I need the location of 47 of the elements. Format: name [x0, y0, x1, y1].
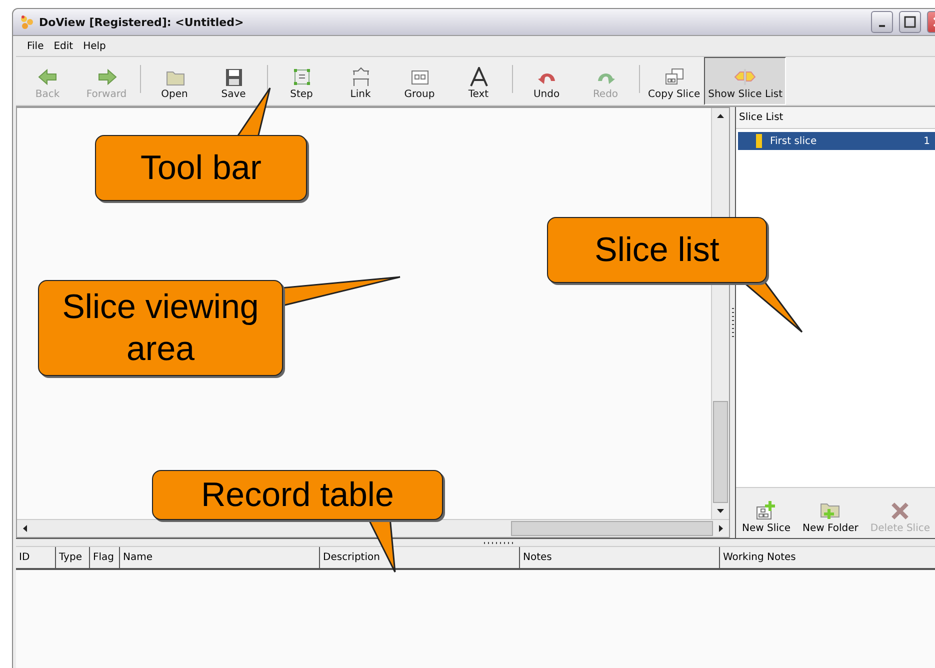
- toolbar-button[interactable]: Copy Slice: [644, 57, 704, 105]
- panel-button[interactable]: New Slice: [742, 500, 791, 534]
- scroll-thumb[interactable]: [713, 401, 728, 503]
- callout-tooltip: Slice viewing area: [38, 280, 283, 376]
- copy-slice-icon: [663, 67, 686, 87]
- column-header[interactable]: Name: [120, 547, 320, 568]
- slice-list-item[interactable]: First slice 1: [738, 132, 935, 150]
- app-logo-icon: [19, 14, 35, 30]
- menu-item[interactable]: Edit: [48, 40, 78, 52]
- callout-tooltip: Slice list: [547, 217, 767, 283]
- toolbar-button[interactable]: Text: [449, 57, 508, 105]
- slice-name: First slice: [770, 136, 818, 146]
- column-header[interactable]: ID: [16, 547, 56, 568]
- scroll-down-icon: [716, 509, 724, 513]
- delete-icon: [889, 500, 912, 520]
- forward-arrow-icon: [96, 67, 118, 87]
- scroll-right-icon: [719, 524, 723, 532]
- scroll-left-icon: [23, 524, 27, 532]
- column-header[interactable]: Notes: [520, 547, 720, 568]
- menu-item[interactable]: File: [22, 40, 49, 52]
- toolbar-button[interactable]: Show Slice List: [704, 57, 786, 105]
- slice-list-icon: [734, 67, 756, 87]
- panel-title: Slice List: [736, 107, 935, 129]
- toolbar-button[interactable]: Step: [272, 57, 331, 105]
- new-slice-icon: [755, 500, 778, 520]
- minimize-button[interactable]: [871, 11, 893, 33]
- toolbar-button[interactable]: Group: [390, 57, 449, 105]
- minimize-icon: [879, 25, 885, 27]
- toolbar-button[interactable]: Undo: [517, 57, 576, 105]
- column-header[interactable]: Working Notes: [720, 547, 935, 568]
- panel-button[interactable]: New Folder: [802, 500, 858, 534]
- menu-item[interactable]: Help: [78, 40, 111, 52]
- horizontal-scrollbar[interactable]: [17, 519, 729, 537]
- maximize-icon: [904, 16, 916, 28]
- column-header[interactable]: Type: [56, 547, 90, 568]
- slice-count: 1: [924, 136, 930, 146]
- scroll-up-icon: [716, 114, 724, 118]
- letter-icon: [468, 67, 490, 87]
- splitter-handle[interactable]: [16, 538, 935, 546]
- window-title: DoView [Registered]: <Untitled>: [39, 16, 245, 28]
- toolbar-button[interactable]: Link: [331, 57, 390, 105]
- maximize-button[interactable]: [899, 11, 921, 33]
- toolbar-button[interactable]: Save: [204, 57, 263, 105]
- scroll-thumb[interactable]: [511, 521, 713, 536]
- back-arrow-icon: [36, 67, 58, 87]
- column-header[interactable]: Flag: [90, 547, 120, 568]
- toolbar-button[interactable]: Open: [145, 57, 204, 105]
